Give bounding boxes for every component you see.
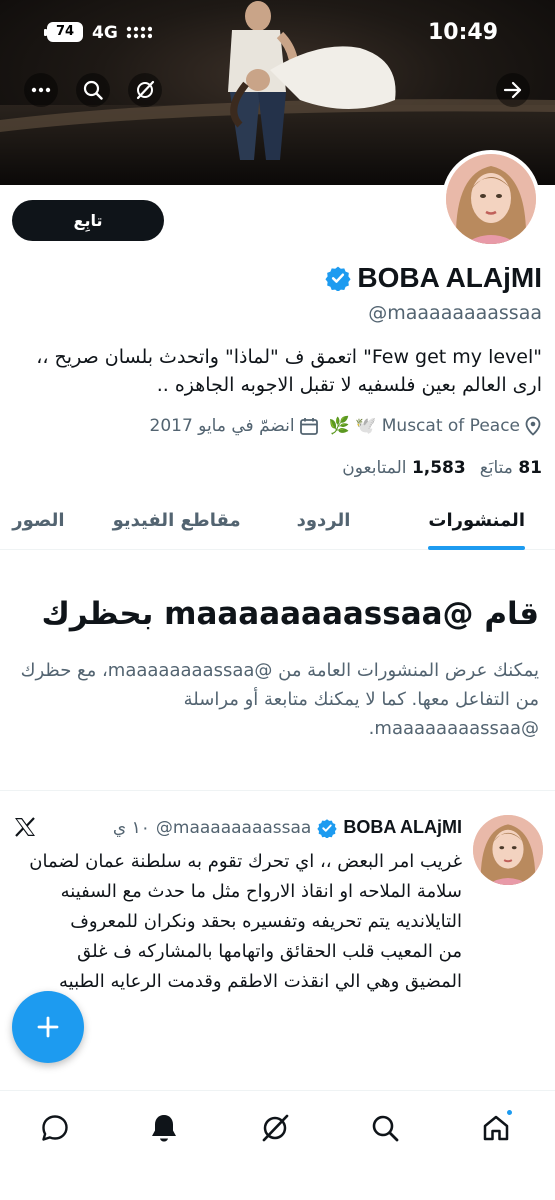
join-date-text: انضمّ في مايو 2017 — [149, 416, 295, 436]
post-handle[interactable]: @maaaaaaaassaa — [156, 818, 311, 838]
tab-videos[interactable]: مقاطع الفيديو — [113, 500, 241, 549]
nav-home[interactable] — [476, 1108, 516, 1148]
notifications-icon — [152, 1115, 176, 1142]
profile-meta: Muscat of Peace 🕊️ 🌿 انضمّ في مايو 2017 — [150, 416, 543, 436]
followers-label: المتابعون — [342, 458, 407, 478]
search-button[interactable] — [76, 73, 110, 107]
calendar-icon — [299, 418, 318, 435]
clock: 10:49 — [428, 20, 499, 45]
location-text: Muscat of Peace 🕊️ 🌿 — [328, 416, 520, 436]
grok-icon — [136, 80, 155, 100]
x-logo-icon — [15, 817, 35, 837]
nav-messages[interactable] — [35, 1108, 75, 1148]
more-button[interactable] — [24, 73, 58, 107]
home-icon — [483, 1115, 509, 1141]
join-date: انضمّ في مايو 2017 — [150, 416, 319, 436]
forward-button[interactable] — [496, 73, 530, 107]
profile-stats: 81 متابَع 1,583 المتابعون — [342, 458, 542, 478]
profile-avatar[interactable] — [442, 150, 540, 248]
messages-icon — [42, 1115, 68, 1141]
followers-link[interactable]: 1,583 المتابعون — [342, 458, 465, 478]
search-icon — [83, 80, 103, 100]
bottom-navigation — [0, 1090, 555, 1200]
grok-icon — [262, 1114, 289, 1142]
plus-icon — [37, 1016, 59, 1038]
post-time: ١٠ ي — [112, 817, 150, 838]
location-pin-icon — [525, 416, 541, 436]
verified-badge-icon — [317, 818, 338, 838]
profile-bio: "Few get my level" اتعمق ف "لماذا" واتحد… — [36, 346, 542, 396]
post-header: ١٠ ي @maaaaaaaassaa BOBA ALAjMI — [113, 817, 462, 838]
tab-posts[interactable]: المنشورات — [428, 500, 525, 550]
blocked-title: قام @maaaaaaaassaa بحظرك — [41, 596, 539, 632]
following-link[interactable]: 81 متابَع — [480, 458, 542, 478]
tab-photos[interactable]: الصور — [12, 500, 64, 549]
profile-handle: @maaaaaaaassaa — [368, 302, 542, 324]
nav-search[interactable] — [365, 1108, 405, 1148]
avatar-photo — [473, 815, 543, 885]
post-text[interactable]: غريب امر البعض ،، اي تحرك تقوم به سلطنة … — [22, 847, 462, 997]
followers-count: 1,583 — [411, 458, 466, 478]
status-bar: 74 4G 10:49 — [0, 18, 555, 48]
location: Muscat of Peace 🕊️ 🌿 — [329, 416, 542, 436]
profile-name-row: BOBA ALAjMI — [325, 262, 542, 294]
network-type: 4G — [92, 23, 118, 43]
avatar-photo — [446, 154, 536, 244]
verified-badge-icon — [325, 266, 351, 291]
post-avatar[interactable] — [473, 815, 543, 885]
more-icon — [31, 87, 51, 93]
blocked-description: يمكنك عرض المنشورات العامة من @maaaaaaaa… — [20, 660, 539, 739]
profile-tabs: المنشورات الردود مقاطع الفيديو الصور — [0, 500, 555, 550]
compose-post-button[interactable] — [12, 991, 84, 1063]
follow-button[interactable]: تابِع — [12, 200, 164, 241]
signal-icon — [126, 26, 152, 39]
forward-arrow-icon — [503, 81, 522, 99]
nav-notifications[interactable] — [144, 1108, 184, 1148]
divider — [0, 790, 555, 791]
following-label: متابَع — [479, 458, 513, 478]
search-icon — [372, 1115, 399, 1142]
post-author-name[interactable]: BOBA ALAjMI — [343, 817, 462, 838]
notification-dot — [505, 1108, 514, 1117]
battery-indicator: 74 — [44, 22, 83, 42]
display-name: BOBA ALAjMI — [357, 262, 542, 293]
following-count: 81 — [518, 458, 542, 478]
tab-replies[interactable]: الردود — [297, 500, 351, 549]
grok-button[interactable] — [128, 73, 162, 107]
nav-grok[interactable] — [255, 1108, 295, 1148]
